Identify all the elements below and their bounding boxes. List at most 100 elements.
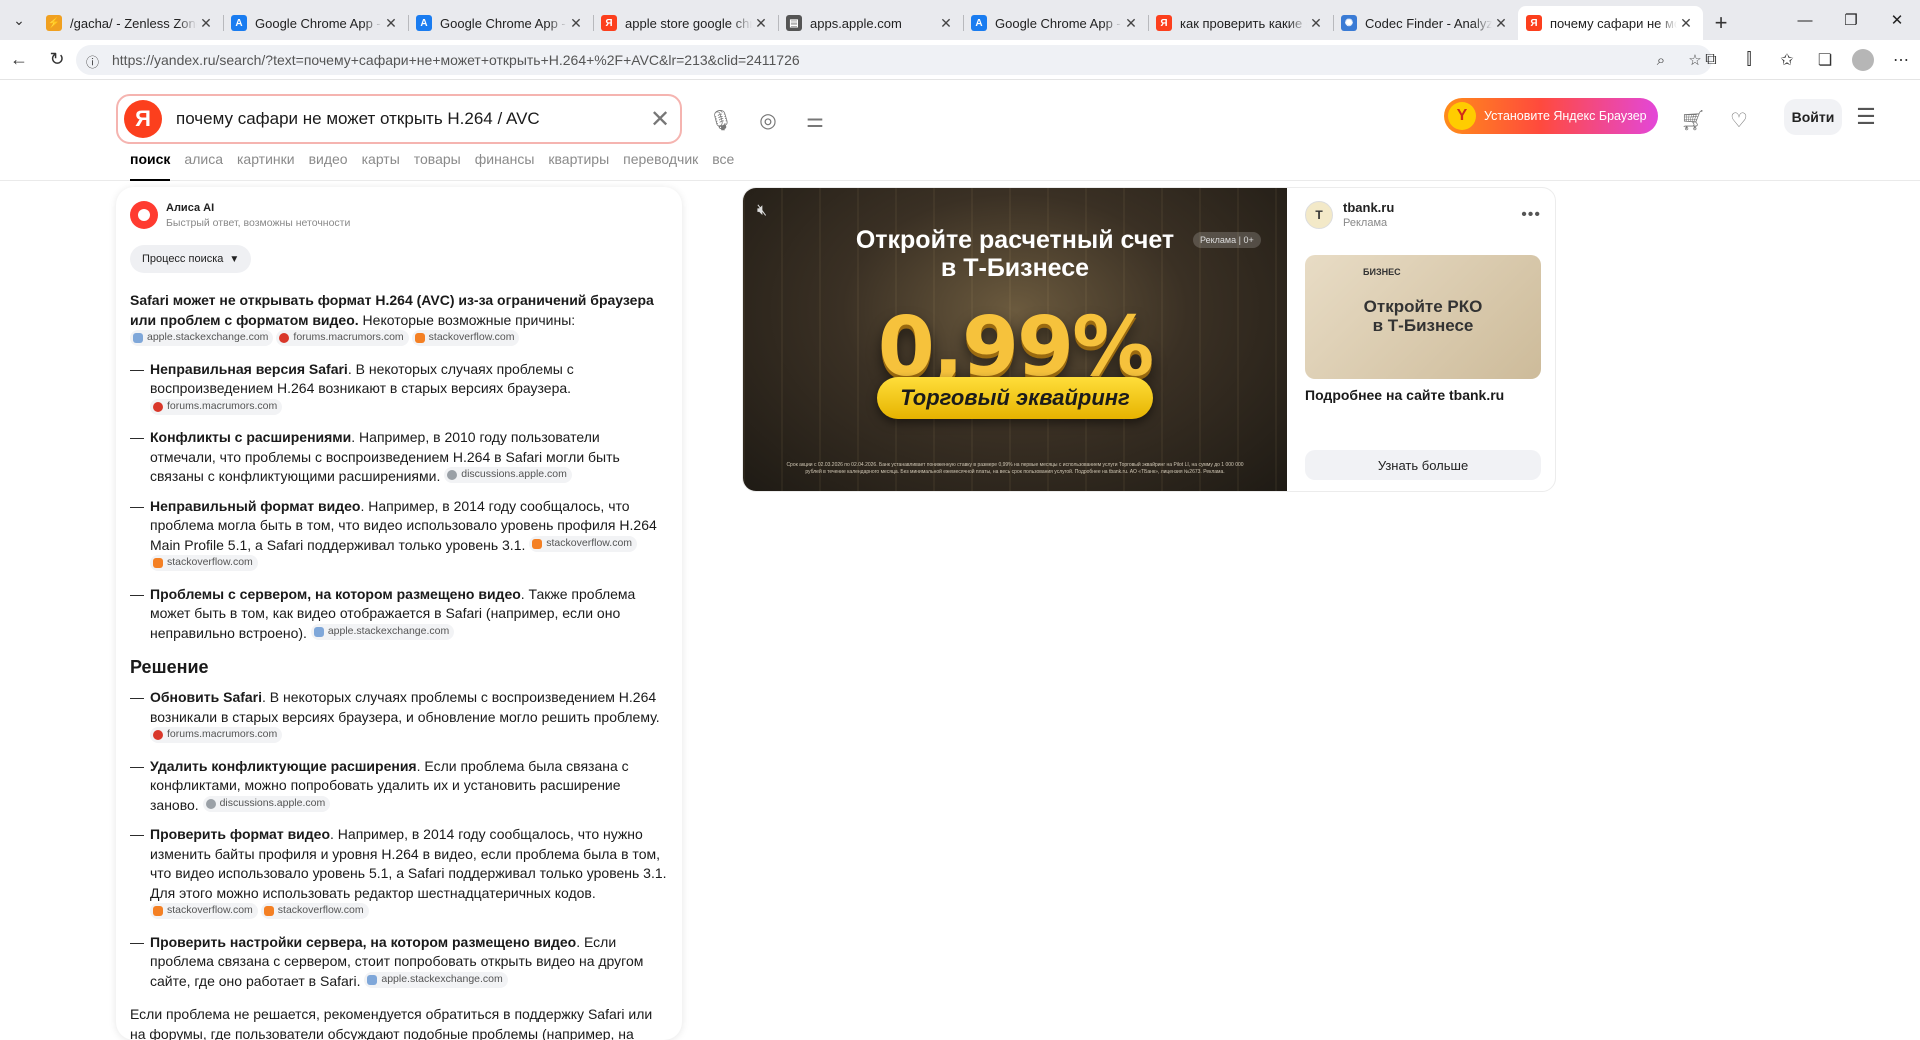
nav-item-3[interactable]: видео bbox=[309, 151, 348, 181]
tab-list-button[interactable]: ⌄ bbox=[0, 0, 38, 40]
login-button[interactable]: Войти bbox=[1784, 99, 1842, 135]
nav-item-9[interactable]: все bbox=[712, 151, 734, 181]
source-chip[interactable]: stackoverflow.com bbox=[150, 903, 258, 919]
install-browser-button[interactable]: Y Установите Яндекс Браузер bbox=[1444, 98, 1658, 134]
split-screen-icon[interactable]: ⫿ bbox=[1730, 51, 1768, 69]
browser-tab[interactable]: ✺ Codec Finder - Analyze ✕ bbox=[1333, 6, 1518, 40]
close-tab-icon[interactable]: ✕ bbox=[1677, 15, 1695, 32]
source-chip[interactable]: stackoverflow.com bbox=[411, 330, 520, 346]
nav-item-2[interactable]: картинки bbox=[237, 151, 295, 181]
bullet-title: Обновить Safari bbox=[150, 689, 263, 705]
ad-more-link[interactable]: Подробнее на сайте tbank.ru bbox=[1305, 387, 1541, 403]
nav-item-0[interactable]: поиск bbox=[130, 151, 171, 181]
address-field[interactable]: ⓘ https://yandex.ru/search/?text=почему+… bbox=[76, 45, 1712, 75]
tab-title: /gacha/ - Zenless Zone Zero bbox=[70, 15, 197, 31]
source-chip[interactable]: stackoverflow.com bbox=[260, 903, 369, 919]
bullet-dash: — bbox=[130, 757, 144, 774]
chevron-down-icon: ⌄ bbox=[13, 11, 25, 28]
yandex-logo[interactable]: Я bbox=[124, 100, 162, 138]
close-tab-icon[interactable]: ✕ bbox=[567, 15, 585, 32]
zoom-icon[interactable]: ⌕ bbox=[1644, 52, 1678, 69]
url-text[interactable]: https://yandex.ru/search/?text=почему+са… bbox=[112, 52, 1644, 68]
source-favicon-icon bbox=[205, 798, 216, 809]
source-chip[interactable]: apple.stackexchange.com bbox=[310, 623, 455, 640]
extensions-icon[interactable]: ⧉ bbox=[1692, 51, 1730, 69]
close-tab-icon[interactable]: ✕ bbox=[752, 15, 770, 32]
microphone-icon[interactable]: 🎙︎ bbox=[704, 103, 738, 137]
browser-tab[interactable]: A Google Chrome App - App Store✕ bbox=[223, 6, 408, 40]
minimize-button[interactable]: — bbox=[1782, 0, 1828, 40]
source-chip[interactable]: apple.stackexchange.com bbox=[130, 330, 274, 346]
source-domain: discussions.apple.com bbox=[461, 468, 567, 481]
maximize-button[interactable]: ❐ bbox=[1828, 0, 1874, 40]
browser-tab[interactable]: ▤ apps.apple.com ✕ bbox=[778, 6, 963, 40]
nav-item-7[interactable]: квартиры bbox=[548, 151, 609, 181]
bullet-dash: — bbox=[130, 429, 144, 445]
tab-favicon-icon: ⚡ bbox=[46, 15, 62, 31]
menu-icon[interactable]: ☰ bbox=[1852, 101, 1880, 133]
source-chip[interactable]: stackoverflow.com bbox=[529, 535, 638, 552]
close-tab-icon[interactable]: ✕ bbox=[382, 15, 400, 32]
reload-button[interactable]: ↻ bbox=[38, 44, 76, 76]
window-controls: — ❐ ✕ bbox=[1782, 0, 1920, 40]
source-chip[interactable]: apple.stackexchange.com bbox=[364, 971, 508, 988]
camera-search-icon[interactable]: ◎ bbox=[751, 103, 785, 137]
source-favicon-icon bbox=[532, 538, 543, 549]
search-input[interactable]: почему сафари не может открыть H.264 / A… bbox=[176, 109, 640, 129]
bullet-dash: — bbox=[130, 826, 144, 842]
browser-tab[interactable]: Япочему сафари не может✕ bbox=[1518, 6, 1703, 40]
close-tab-icon[interactable]: ✕ bbox=[1122, 15, 1140, 32]
clear-search-icon[interactable]: ✕ bbox=[640, 105, 680, 134]
tab-favicon-icon: ✺ bbox=[1341, 15, 1357, 31]
cart-icon[interactable]: 🛒︎ bbox=[1676, 103, 1710, 137]
more-menu-icon[interactable]: ⋯ bbox=[1882, 50, 1920, 70]
site-info-icon[interactable]: ⓘ bbox=[86, 52, 102, 70]
close-tab-icon[interactable]: ✕ bbox=[1307, 15, 1325, 32]
nav-item-8[interactable]: переводчик bbox=[623, 151, 698, 181]
favorites-icon[interactable]: ✩ bbox=[1768, 50, 1806, 70]
collections-icon[interactable]: ❏ bbox=[1806, 50, 1844, 70]
source-favicon-icon bbox=[414, 333, 425, 343]
close-tab-icon[interactable]: ✕ bbox=[937, 15, 955, 32]
thumb-brand: БИЗНЕС bbox=[1363, 267, 1401, 277]
browser-tab[interactable]: ⚡ /gacha/ - Zenless Zone Zero✕ bbox=[38, 6, 223, 40]
search-process-button[interactable]: Процесс поиска ▼ bbox=[130, 245, 252, 273]
source-domain: stackoverflow.com bbox=[428, 331, 515, 344]
nav-item-5[interactable]: товары bbox=[414, 151, 461, 181]
mute-icon[interactable]: 🔇︎ bbox=[757, 202, 767, 220]
browser-tab[interactable]: A Google Chrome App - App Store✕ bbox=[963, 6, 1148, 40]
answer-bullet: — Проверить настройки сервера, на котором… bbox=[130, 933, 668, 992]
back-button[interactable]: ← bbox=[0, 44, 38, 76]
source-chip[interactable]: forums.macrumors.com bbox=[150, 398, 283, 415]
browser-tab[interactable]: Якак проверить какие кодеки✕ bbox=[1148, 6, 1333, 40]
close-window-button[interactable]: ✕ bbox=[1874, 0, 1920, 40]
source-chip[interactable]: discussions.apple.com bbox=[444, 467, 572, 483]
learn-more-button[interactable]: Узнать больше bbox=[1305, 450, 1541, 480]
source-chip[interactable]: discussions.apple.com bbox=[202, 795, 331, 812]
ad-banner[interactable]: 🔇︎ Откройте расчетный счет в Т-Бизнесе Р… bbox=[743, 188, 1287, 491]
source-chip[interactable]: stackoverflow.com bbox=[150, 555, 258, 571]
advertiser-domain[interactable]: tbank.ru bbox=[1343, 200, 1394, 215]
tab-strip: ⚡/gacha/ - Zenless Zone Zero✕AGoogle Chr… bbox=[38, 6, 1703, 40]
source-chip[interactable]: forums.macrumors.com bbox=[276, 330, 409, 346]
bullet-dash: — bbox=[130, 360, 144, 377]
browser-tab[interactable]: Яapple store google chrome✕ bbox=[593, 6, 778, 40]
install-browser-label: Установите Яндекс Браузер bbox=[1484, 109, 1647, 123]
heart-icon[interactable]: ♡ bbox=[1722, 103, 1756, 137]
filters-icon[interactable]: ⚌ bbox=[798, 103, 832, 137]
source-chip[interactable]: forums.macrumors.com bbox=[150, 727, 283, 743]
bullet-text: Удалить конфликтующие расширения. Если п… bbox=[150, 757, 668, 816]
tab-title: почему сафари не может bbox=[1550, 15, 1677, 31]
source-domain: forums.macrumors.com bbox=[167, 728, 278, 741]
nav-item-1[interactable]: алиса bbox=[184, 151, 223, 181]
nav-item-6[interactable]: финансы bbox=[475, 151, 535, 181]
close-tab-icon[interactable]: ✕ bbox=[1492, 15, 1510, 32]
profile-avatar[interactable] bbox=[1852, 49, 1874, 71]
browser-tab[interactable]: A Google Chrome App - App Store✕ bbox=[408, 6, 593, 40]
new-tab-button[interactable]: + bbox=[1703, 6, 1739, 40]
ad-thumbnail[interactable]: БИЗНЕС Откройте РКО в Т-Бизнесе bbox=[1305, 255, 1541, 379]
close-tab-icon[interactable]: ✕ bbox=[197, 15, 215, 32]
nav-item-4[interactable]: карты bbox=[362, 151, 400, 181]
ad-card[interactable]: 🔇︎ Откройте расчетный счет в Т-Бизнесе Р… bbox=[742, 187, 1556, 492]
more-options-icon[interactable]: ••• bbox=[1521, 206, 1541, 224]
